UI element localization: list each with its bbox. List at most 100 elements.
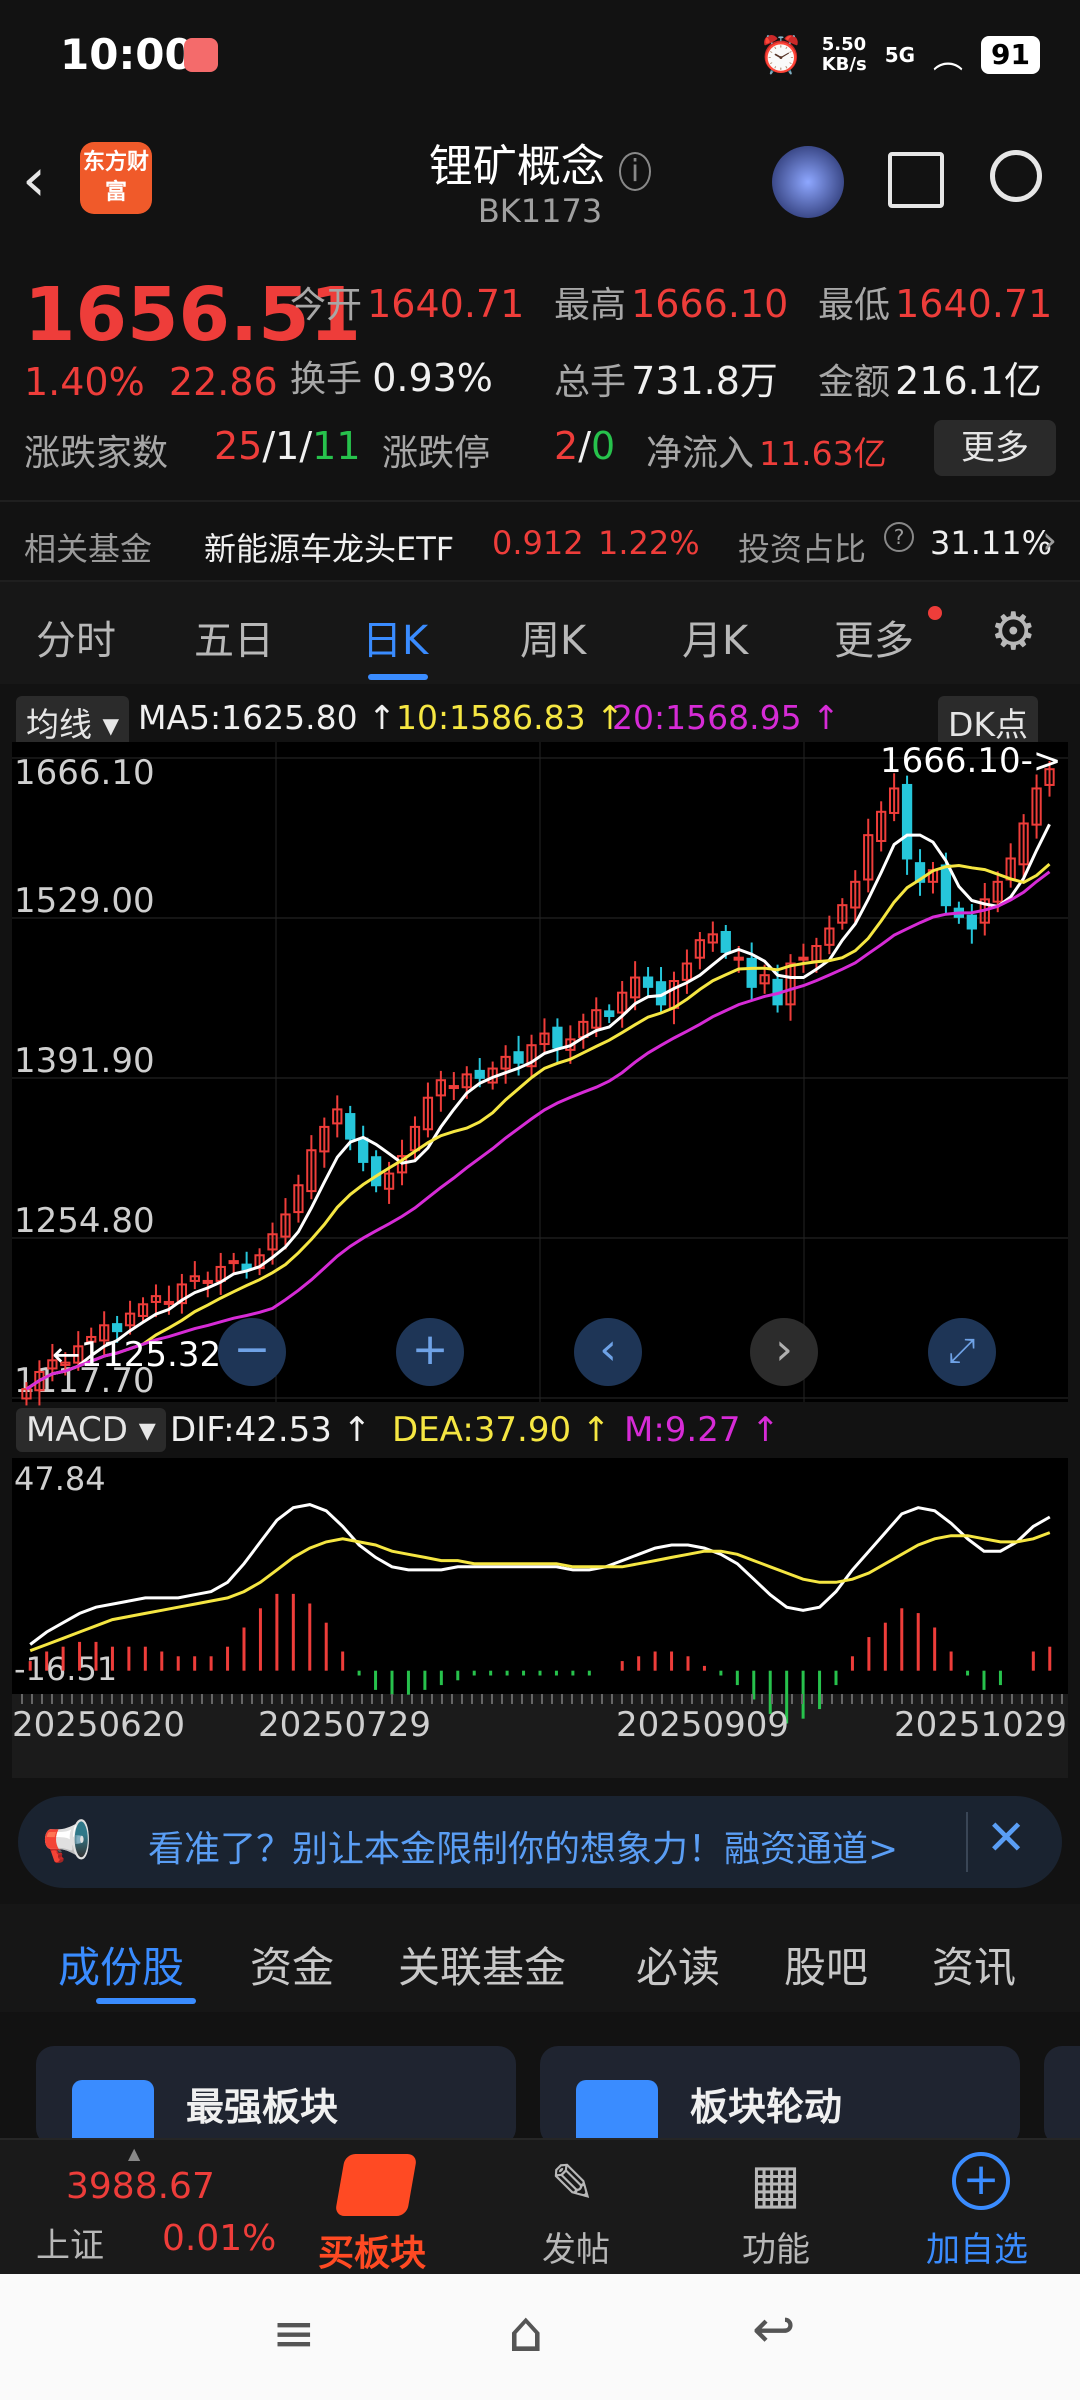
dif-value: DIF:42.53 ↑ (170, 1410, 372, 1450)
low-marker: ←1125.32 (52, 1335, 221, 1375)
price-tick-label: 1391.90 (14, 1041, 155, 1081)
promo-banner[interactable]: 📢 看准了？别让本金限制你的想象力！融资通道> ✕ (18, 1796, 1062, 1888)
buy-label: 买板块 (318, 2233, 427, 2274)
candle-body (552, 1026, 563, 1049)
card-strongest-sector[interactable]: 最强板块 (36, 2046, 516, 2150)
tab-five-day[interactable]: 五日 (194, 608, 274, 666)
tab-more[interactable]: 更多 (834, 608, 914, 666)
dk-point-button[interactable]: DK点 (938, 696, 1039, 748)
tab-must-read[interactable]: 必读 (636, 1934, 720, 1995)
dea-value: DEA:37.90 ↑ (392, 1410, 611, 1450)
tab-forum[interactable]: 股吧 (784, 1934, 868, 1995)
banner-text: 看准了？别让本金限制你的想象力！融资通道> (148, 1829, 899, 1870)
tab-intraday[interactable]: 分时 (36, 608, 116, 666)
home-icon[interactable]: ⌂ (508, 2300, 544, 2365)
kline-chart[interactable]: 1666.101529.001391.901254.801117.701666.… (12, 742, 1068, 1782)
ratio-label: 投资占比 (738, 530, 867, 568)
candle-body (202, 1279, 213, 1284)
updown-values: 25/1/11 (214, 424, 361, 468)
low-field: 最低 1640.71 (818, 282, 1053, 326)
caret-up-icon: ▲ (128, 2144, 141, 2163)
candle-body (733, 956, 744, 961)
candle-body (966, 914, 977, 930)
post-button[interactable]: ✎ 发帖 (500, 2140, 660, 2276)
tab-related-funds[interactable]: 关联基金 (398, 1934, 566, 1995)
amount-field: 金额 216.1亿 (818, 359, 1042, 403)
fund-name: 新能源车龙头ETF (204, 530, 455, 568)
zoom-out-button[interactable]: − (218, 1318, 286, 1386)
candle-body (901, 783, 913, 860)
card-title: 最强板块 (186, 2085, 339, 2129)
active-tab-underline (368, 674, 428, 680)
notification-icon (184, 38, 218, 72)
add-watchlist-button[interactable]: + 加自选 (900, 2140, 1080, 2276)
chevron-right-icon: › (1042, 518, 1058, 562)
ma20-value: 20:1568.95 ↑ (612, 698, 840, 737)
buy-sector-button[interactable]: 买板块 (290, 2140, 460, 2276)
close-icon[interactable]: ✕ (986, 1810, 1026, 1866)
candle-body (720, 931, 731, 953)
index-change: 0.01% (162, 2218, 277, 2259)
share-icon[interactable] (888, 152, 944, 208)
alarm-icon: ⏰ (758, 35, 804, 76)
tab-news[interactable]: 资讯 (932, 1934, 1016, 1995)
candle-body (345, 1113, 356, 1140)
candle-body (474, 1069, 485, 1079)
candle-body (370, 1156, 382, 1187)
search-icon[interactable] (990, 150, 1042, 202)
high-marker: 1666.10-> (880, 742, 1061, 781)
candle-body (604, 1010, 615, 1018)
date-tick-label: 20250729 (258, 1705, 431, 1745)
bottom-nav: 3988.67 上证 0.01% ▲ 买板块 ✎ 发帖 ▦ 功能 + 加自选 (0, 2138, 1080, 2274)
index-ticker[interactable]: 3988.67 上证 0.01% ▲ (0, 2140, 290, 2276)
zoom-in-button[interactable]: + (396, 1318, 464, 1386)
indicator-select[interactable]: 均线 ▾ (16, 696, 130, 748)
limit-field: 涨跌停 (382, 433, 491, 474)
tab-constituents[interactable]: 成份股 (58, 1934, 184, 1995)
more-quote-button[interactable]: 更多 (934, 420, 1056, 476)
index-value: 3988.67 (66, 2166, 215, 2207)
card-partial (1044, 2046, 1080, 2146)
candle-body (358, 1137, 369, 1163)
buy-icon (334, 2154, 418, 2216)
card-sector-rotation[interactable]: 板块轮动 (540, 2046, 1020, 2150)
volume-field: 总手 731.8万 (554, 359, 778, 403)
price-tick-label: 1254.80 (14, 1201, 155, 1241)
help-icon[interactable]: ? (884, 522, 914, 552)
function-button[interactable]: ▦ 功能 (700, 2140, 860, 2276)
tab-daily-k[interactable]: 日K (362, 608, 428, 666)
watch-label: 加自选 (926, 2230, 1028, 2270)
post-label: 发帖 (542, 2230, 610, 2270)
fullscreen-button[interactable]: ⤢ (928, 1318, 996, 1386)
candle-body (642, 976, 654, 988)
scroll-left-button[interactable]: ‹ (574, 1318, 642, 1386)
price-tick-label: 1529.00 (14, 881, 155, 921)
wifi-icon: ︵ (933, 41, 964, 76)
tab-monthly-k[interactable]: 月K (682, 608, 748, 666)
candle-body (746, 957, 757, 988)
scroll-right-button[interactable]: › (750, 1318, 818, 1386)
date-tick-label: 20250909 (616, 1705, 789, 1745)
macd-select[interactable]: MACD ▾ (16, 1408, 166, 1452)
candle-body (228, 1260, 239, 1265)
candle-body (798, 956, 809, 961)
back-nav-icon[interactable]: ↩ (752, 2300, 796, 2360)
function-label: 功能 (742, 2230, 810, 2270)
megaphone-icon: 📢 (42, 1819, 92, 1865)
tab-funds-flow[interactable]: 资金 (250, 1934, 334, 1995)
grid-icon: ▦ (750, 2152, 802, 2215)
header: ‹ 东方财富 锂矿概念 i BK1173 (0, 120, 1080, 250)
robot-assistant-icon[interactable] (772, 146, 844, 218)
fund-label: 相关基金 (24, 530, 153, 568)
new-dot (928, 606, 942, 620)
updown-count: 涨跌家数 (24, 433, 169, 474)
macd-tick-label: 47.84 (14, 1460, 106, 1498)
related-fund-row[interactable]: 相关基金 新能源车龙头ETF 0.912 1.22% 投资占比 ? 31.11%… (0, 500, 1080, 582)
section-tab-bar: 成份股 资金 关联基金 必读 股吧 资讯 (0, 1904, 1080, 2012)
fund-price: 0.912 (492, 524, 584, 562)
status-icons: ⏰ 5.50 KB/s 5G ︵ 91 (759, 30, 1040, 80)
tab-weekly-k[interactable]: 周K (520, 608, 586, 666)
info-icon[interactable]: i (618, 152, 652, 191)
menu-icon[interactable]: ≡ (272, 2304, 316, 2364)
settings-gear-icon[interactable]: ⚙ (990, 602, 1037, 662)
